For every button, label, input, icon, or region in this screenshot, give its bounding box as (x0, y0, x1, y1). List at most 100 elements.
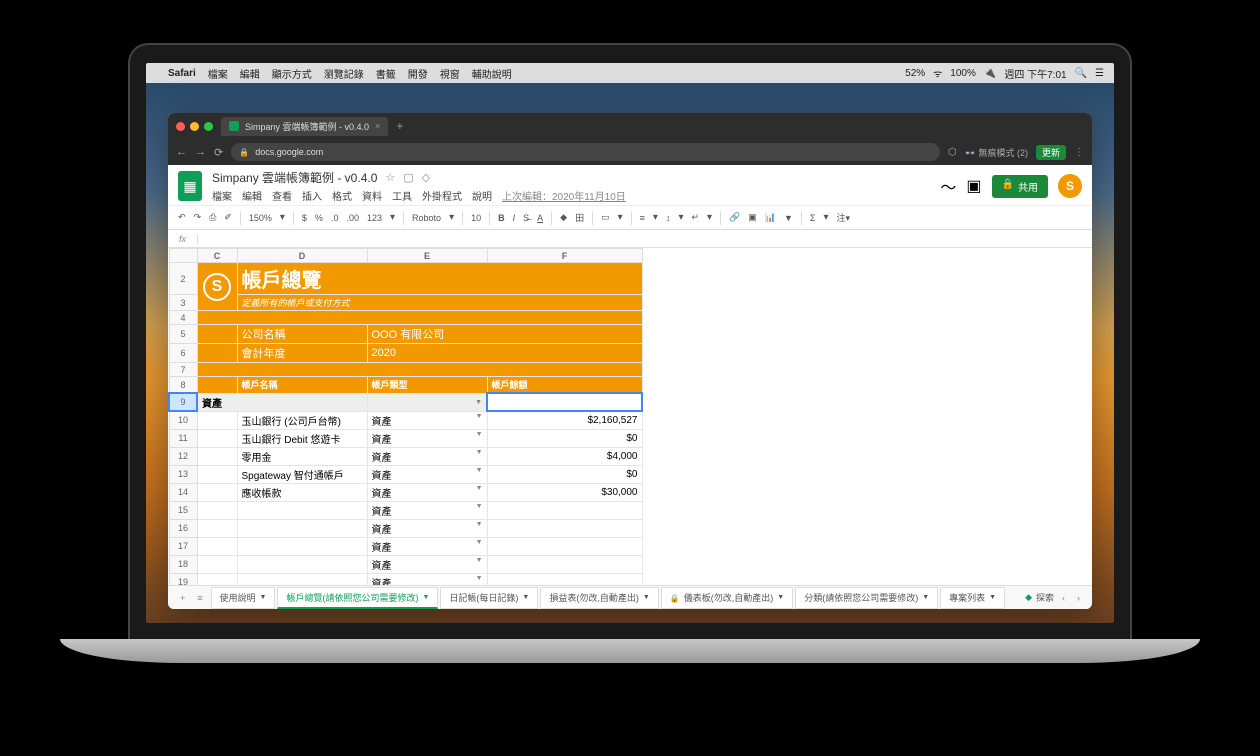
account-name-cell[interactable] (237, 573, 367, 585)
balance-cell[interactable]: $0 (487, 429, 642, 447)
row-header[interactable]: 3 (169, 295, 197, 311)
sheet-tab[interactable]: 使用說明▼ (211, 587, 276, 609)
dropdown-icon[interactable]: ▼ (476, 539, 483, 546)
percent-button[interactable]: % (315, 213, 323, 223)
all-sheets-button[interactable]: ≡ (193, 591, 206, 605)
sheets-menu-file[interactable]: 檔案 (212, 188, 232, 203)
cell[interactable] (197, 519, 237, 537)
select-all-cell[interactable] (169, 249, 197, 263)
account-type-cell[interactable]: 資產▼ (367, 501, 487, 519)
account-type-cell[interactable]: 資產▼ (367, 465, 487, 483)
cell[interactable] (197, 501, 237, 519)
sheet-subtitle[interactable]: 定義所有的帳戶或支付方式 (237, 295, 642, 311)
col-header[interactable]: E (367, 249, 487, 263)
undo-button[interactable]: ↶ (178, 212, 186, 223)
col-name[interactable]: 帳戶名稱 (237, 377, 367, 394)
scroll-right-icon[interactable]: › (1073, 591, 1084, 605)
balance-cell[interactable] (487, 555, 642, 573)
explore-button[interactable]: ◆ 探索 (1025, 591, 1054, 604)
currency-button[interactable]: $ (302, 213, 307, 223)
row-header[interactable]: 2 (169, 263, 197, 295)
col-header[interactable]: C (197, 249, 237, 263)
cell[interactable] (197, 465, 237, 483)
col-type[interactable]: 帳戶類型 (367, 377, 487, 394)
input-tools-button[interactable]: 注▾ (837, 211, 851, 224)
paint-format-button[interactable]: ✐ (224, 212, 232, 223)
control-center-icon[interactable]: ☰ (1095, 68, 1104, 79)
minimize-window-button[interactable] (190, 122, 199, 131)
menu-window[interactable]: 視窗 (440, 66, 460, 81)
row-header[interactable]: 7 (169, 363, 197, 377)
company-value[interactable]: OOO 有限公司 (367, 325, 642, 344)
row-header[interactable]: 19 (169, 573, 197, 585)
account-type-cell[interactable]: 資產▼ (367, 483, 487, 501)
row-header[interactable]: 4 (169, 311, 197, 325)
browser-menu-icon[interactable]: ⋮ (1074, 147, 1084, 158)
chevron-down-icon[interactable]: ▼ (422, 594, 429, 601)
account-name-cell[interactable]: 玉山銀行 Debit 悠遊卡 (237, 429, 367, 447)
company-label[interactable]: 公司名稱 (237, 325, 367, 344)
status-clock[interactable]: 週四 下午7:01 (1004, 66, 1066, 81)
row-header[interactable]: 10 (169, 411, 197, 429)
dropdown-icon[interactable]: ▼ (476, 485, 483, 492)
font-select[interactable]: Roboto (412, 213, 441, 223)
comment-button[interactable]: ▣ (748, 212, 757, 223)
chevron-down-icon[interactable]: ▼ (522, 594, 529, 601)
menu-edit[interactable]: 編輯 (240, 66, 260, 81)
sheets-menu-tools[interactable]: 工具 (392, 188, 412, 203)
cell[interactable] (197, 537, 237, 555)
halign-button[interactable]: ≡ (640, 213, 645, 223)
row-header[interactable]: 18 (169, 555, 197, 573)
borders-button[interactable]: 田 (575, 211, 584, 224)
menu-history[interactable]: 瀏覽記錄 (324, 66, 364, 81)
spacer-cell[interactable] (197, 311, 642, 325)
user-avatar[interactable]: S (1058, 174, 1082, 198)
sheet-tab[interactable]: 分類(請依照您公司需要修改)▼ (795, 587, 938, 609)
account-type-cell[interactable]: 資產▼ (367, 555, 487, 573)
sheets-menu-data[interactable]: 資料 (362, 188, 382, 203)
col-header[interactable]: F (487, 249, 642, 263)
extension-icon[interactable]: ⬡ (948, 147, 957, 158)
scroll-left-icon[interactable]: ‹ (1058, 591, 1069, 605)
sheet-tab[interactable]: 損益表(勿改,自動產出)▼ (540, 587, 658, 609)
dropdown-icon[interactable]: ▼ (476, 449, 483, 456)
chevron-down-icon[interactable]: ▼ (989, 594, 996, 601)
dropdown-icon[interactable]: ▼ (476, 413, 483, 420)
balance-cell[interactable]: $0 (487, 465, 642, 483)
sheets-menu-view[interactable]: 查看 (272, 188, 292, 203)
cell[interactable] (197, 429, 237, 447)
link-button[interactable]: 🔗 (729, 212, 740, 223)
browser-tab[interactable]: Simpany 雲端帳簿範例 - v0.4.0 × (221, 117, 388, 136)
print-button[interactable]: ⎙ (209, 212, 216, 223)
menu-file[interactable]: 檔案 (208, 66, 228, 81)
account-name-cell[interactable] (237, 501, 367, 519)
sheets-menu-format[interactable]: 格式 (332, 188, 352, 203)
sheet-tab[interactable]: 專案列表▼ (940, 587, 1005, 609)
dropdown-icon[interactable]: ▼ (476, 431, 483, 438)
row-header[interactable]: 6 (169, 344, 197, 363)
cell[interactable] (197, 555, 237, 573)
account-type-cell[interactable]: 資產▼ (367, 447, 487, 465)
filter-button[interactable]: ▼ (784, 213, 793, 223)
logo-cell[interactable]: S (197, 263, 237, 311)
balance-cell[interactable] (487, 519, 642, 537)
chevron-down-icon[interactable]: ▼ (260, 594, 267, 601)
dropdown-icon[interactable]: ▼ (476, 521, 483, 528)
balance-cell[interactable] (487, 537, 642, 555)
italic-button[interactable]: I (513, 213, 516, 223)
account-name-cell[interactable]: 玉山銀行 (公司戶台幣) (237, 411, 367, 429)
sheet-tab[interactable]: 日記帳(每日記錄)▼ (440, 587, 538, 609)
row-header[interactable]: 5 (169, 325, 197, 344)
sheet-title[interactable]: 帳戶總覽 (237, 263, 642, 295)
dropdown-icon[interactable]: ▼ (476, 557, 483, 564)
balance-cell[interactable]: $4,000 (487, 447, 642, 465)
merge-button[interactable]: ▭ (601, 212, 610, 223)
menu-help[interactable]: 輔助說明 (472, 66, 512, 81)
chart-button[interactable]: 📊 (765, 212, 776, 223)
status-charge[interactable]: 100% (950, 68, 976, 79)
add-sheet-button[interactable]: + (176, 591, 189, 605)
dropdown-icon[interactable]: ▼ (475, 399, 482, 406)
inc-button[interactable]: .00 (346, 213, 359, 223)
dropdown-icon[interactable]: ▼ (476, 575, 483, 582)
row-header[interactable]: 14 (169, 483, 197, 501)
